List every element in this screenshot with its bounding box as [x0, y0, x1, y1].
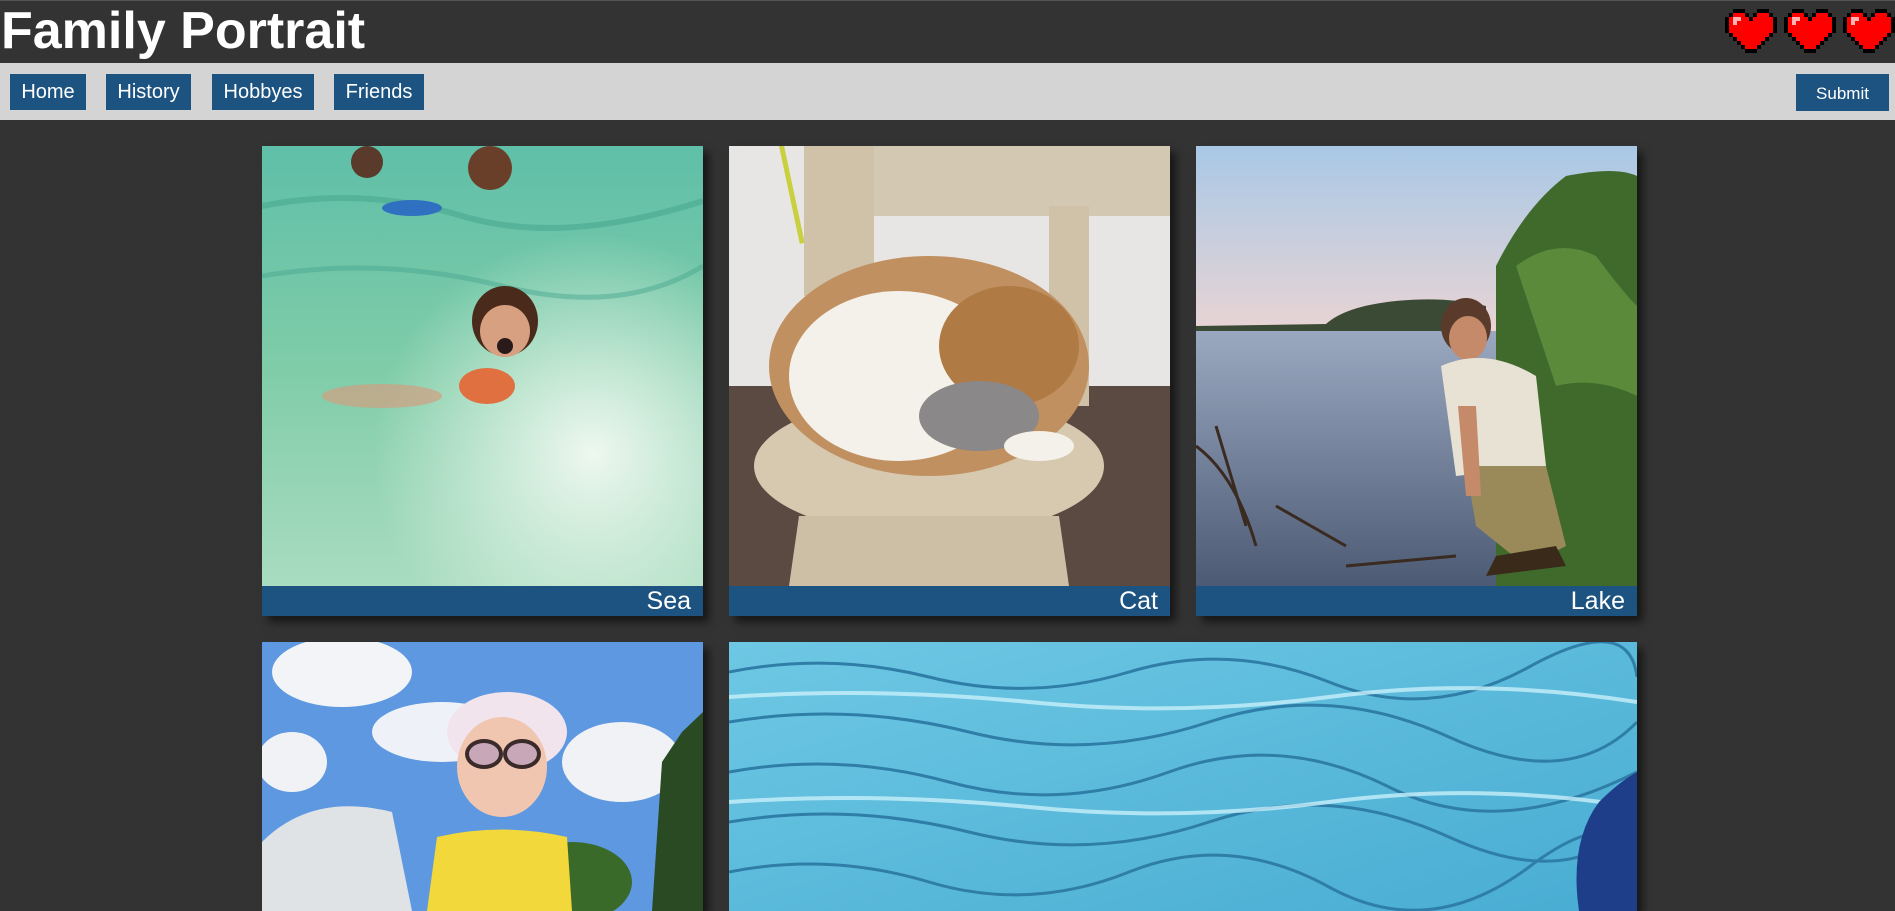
photo-card-lake[interactable]: Lake	[1196, 146, 1637, 616]
cat-photo	[729, 146, 1170, 586]
nav-home-button[interactable]: Home	[10, 74, 86, 110]
photo-card-sea[interactable]: Sea	[262, 146, 703, 616]
heart-icon	[1784, 9, 1836, 53]
heart-icon	[1843, 9, 1895, 53]
nav-bar: Home History Hobbyes Friends Submit	[0, 63, 1895, 120]
sea-photo	[262, 146, 703, 586]
page-title: Family Portrait	[1, 2, 366, 60]
photo-card-cat[interactable]: Cat	[729, 146, 1170, 616]
lake-photo	[1196, 146, 1637, 586]
pool-photo	[729, 642, 1637, 911]
photo-card-girl[interactable]	[262, 642, 703, 911]
header: Family Portrait	[0, 0, 1895, 63]
nav-hobbyes-button[interactable]: Hobbyes	[212, 74, 314, 110]
lives-indicator	[1725, 9, 1895, 59]
girl-photo	[262, 642, 703, 911]
submit-button[interactable]: Submit	[1796, 74, 1889, 111]
photo-caption: Cat	[729, 586, 1170, 616]
photo-caption: Lake	[1196, 586, 1637, 616]
nav-friends-button[interactable]: Friends	[334, 74, 424, 110]
photo-card-pool[interactable]	[729, 642, 1637, 911]
photo-caption: Sea	[262, 586, 703, 616]
heart-icon	[1725, 9, 1777, 53]
nav-history-button[interactable]: History	[106, 74, 191, 110]
